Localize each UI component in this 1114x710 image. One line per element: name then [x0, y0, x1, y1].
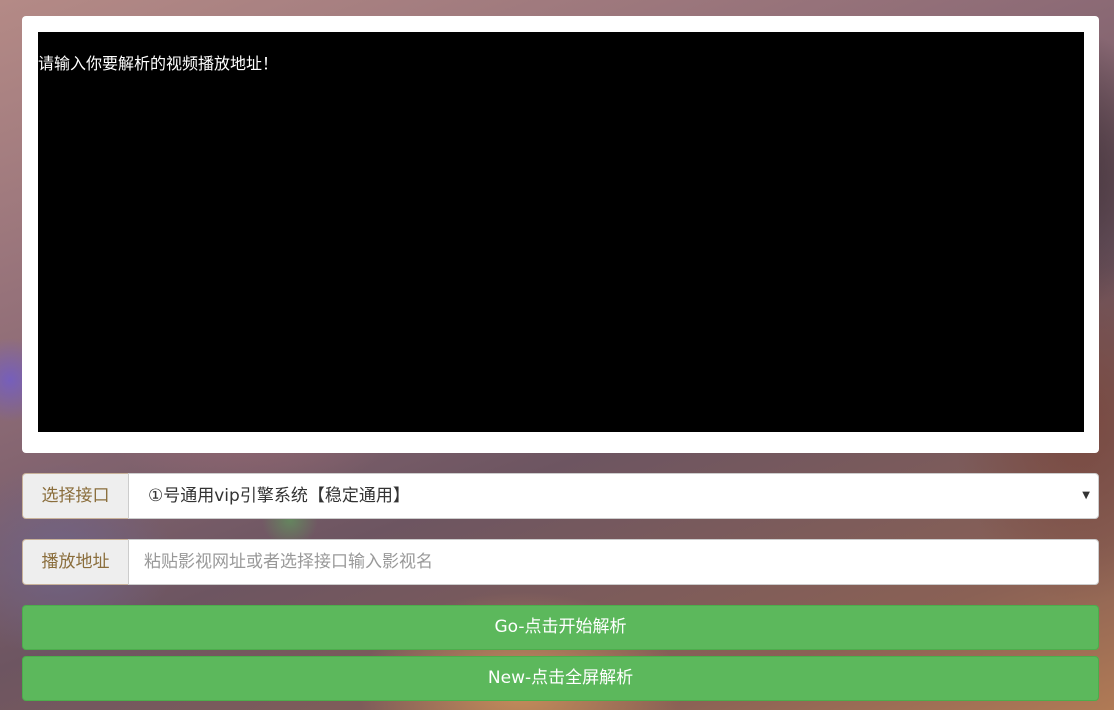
page-background: { "player": { "message": "请输入你要解析的视频播放地址…	[0, 0, 1114, 710]
go-parse-button[interactable]: Go-点击开始解析	[22, 605, 1099, 650]
player-message: 请输入你要解析的视频播放地址！	[38, 54, 279, 73]
fullscreen-parse-button[interactable]: New-点击全屏解析	[22, 656, 1099, 701]
play-url-input[interactable]	[129, 540, 1098, 584]
play-url-group: 播放地址	[22, 539, 1099, 585]
interface-select-label: 选择接口	[22, 473, 128, 519]
play-url-field-wrapper	[128, 539, 1099, 585]
interface-select-value: ①号通用vip引擎系统【稳定通用】	[148, 486, 410, 506]
interface-select-group: 选择接口 ①号通用vip引擎系统【稳定通用】 ▼	[22, 473, 1099, 519]
interface-select[interactable]: ①号通用vip引擎系统【稳定通用】 ▼	[128, 473, 1099, 519]
play-url-label: 播放地址	[22, 539, 128, 585]
player-card: 请输入你要解析的视频播放地址！	[22, 16, 1099, 453]
dropdown-arrow-icon: ▼	[1082, 490, 1090, 501]
video-player[interactable]: 请输入你要解析的视频播放地址！	[38, 32, 1084, 432]
